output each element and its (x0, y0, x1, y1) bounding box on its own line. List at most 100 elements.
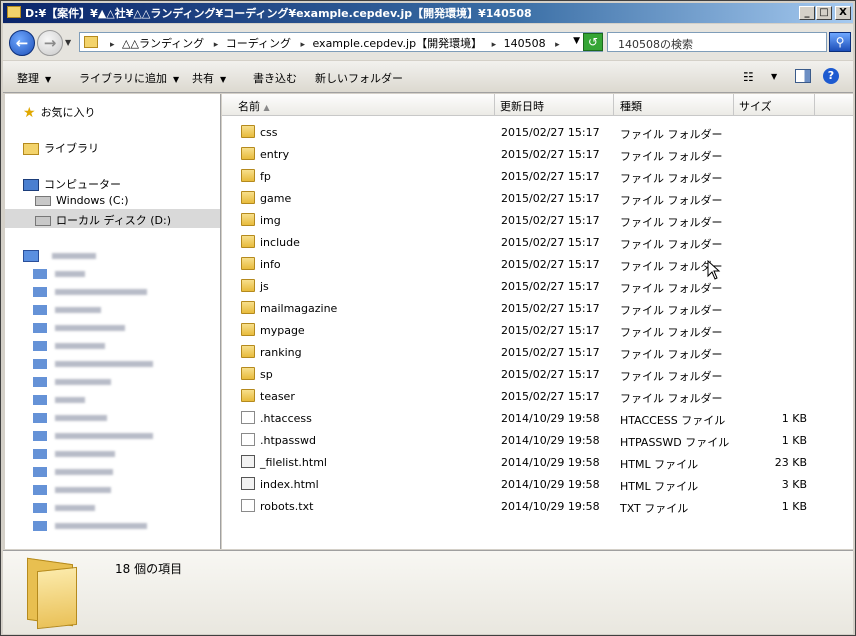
file-row[interactable]: sp 2015/02/27 15:17 ファイル フォルダー (222, 363, 853, 385)
chevron-right-icon[interactable]: ▸ (555, 40, 560, 50)
column-divider[interactable] (733, 94, 734, 116)
search-input[interactable]: 140508の検索 (607, 32, 827, 52)
share-button[interactable]: 共有 ▼ (192, 70, 226, 86)
file-name: fp (260, 170, 271, 183)
blurred-label (55, 271, 85, 277)
file-row[interactable]: entry 2015/02/27 15:17 ファイル フォルダー (222, 143, 853, 165)
file-row[interactable]: teaser 2015/02/27 15:17 ファイル フォルダー (222, 385, 853, 407)
nav-network[interactable] (23, 249, 173, 262)
file-row[interactable]: img 2015/02/27 15:17 ファイル フォルダー (222, 209, 853, 231)
file-row[interactable]: ranking 2015/02/27 15:17 ファイル フォルダー (222, 341, 853, 363)
help-icon[interactable]: ? (823, 68, 839, 84)
nav-computer[interactable]: コンピューター (23, 176, 121, 192)
file-type: HTACCESS ファイル (620, 414, 726, 427)
file-row[interactable]: .htpasswd 2014/10/29 19:58 HTPASSWD ファイル 1 … (222, 429, 853, 451)
sort-up-icon: ▲ (263, 103, 270, 112)
breadcrumb-item[interactable]: コーディング (226, 37, 291, 50)
maximize-button[interactable]: □ (816, 6, 832, 20)
forward-button[interactable]: → (37, 30, 63, 56)
nav-network-item[interactable] (33, 303, 183, 315)
file-date: 2015/02/27 15:17 (501, 192, 600, 205)
file-row[interactable]: mailmagazine 2015/02/27 15:17 ファイル フォルダー (222, 297, 853, 319)
nav-network-item[interactable] (33, 375, 183, 387)
add-to-library-button[interactable]: ライブラリに追加 ▼ (79, 70, 179, 86)
column-divider[interactable] (494, 94, 495, 116)
nav-drive-c[interactable]: Windows (C:) (35, 194, 129, 207)
file-row[interactable]: robots.txt 2014/10/29 19:58 TXT ファイル 1 KB (222, 495, 853, 517)
column-divider[interactable] (814, 94, 815, 116)
burn-button[interactable]: 書き込む (253, 70, 297, 86)
chevron-right-icon[interactable]: ▸ (492, 40, 497, 50)
new-folder-button[interactable]: 新しいフォルダー (315, 70, 403, 86)
nav-favorites-label: お気に入り (40, 106, 96, 119)
file-type: ファイル フォルダー (620, 238, 723, 251)
chevron-right-icon[interactable]: ▸ (214, 40, 219, 50)
nav-libraries[interactable]: ライブラリ (23, 140, 99, 156)
file-name: teaser (260, 390, 295, 403)
file-row[interactable]: index.html 2014/10/29 19:58 HTML ファイル 3 KB (222, 473, 853, 495)
column-type[interactable]: 種類 (620, 98, 642, 114)
chevron-right-icon[interactable]: ▸ (110, 40, 115, 50)
computer-icon (33, 503, 47, 513)
breadcrumb: ▸ △△ランディング ▸ コーディング ▸ example.cepdev.jp【… (106, 35, 564, 51)
history-dropdown-icon[interactable]: ▼ (65, 38, 71, 47)
view-options-icon[interactable]: ☷ (743, 70, 754, 84)
nav-network-item[interactable] (33, 393, 183, 405)
file-row[interactable]: mypage 2015/02/27 15:17 ファイル フォルダー (222, 319, 853, 341)
file-row[interactable]: game 2015/02/27 15:17 ファイル フォルダー (222, 187, 853, 209)
column-divider[interactable] (613, 94, 614, 116)
nav-network-item[interactable] (33, 321, 183, 333)
nav-network-item[interactable] (33, 285, 183, 297)
nav-network-item[interactable] (33, 501, 183, 513)
file-row[interactable]: _filelist.html 2014/10/29 19:58 HTML ファイル 2… (222, 451, 853, 473)
organize-button[interactable]: 整理 ▼ (17, 70, 51, 86)
close-button[interactable]: X (835, 6, 851, 20)
file-row[interactable]: fp 2015/02/27 15:17 ファイル フォルダー (222, 165, 853, 187)
library-icon (23, 143, 39, 155)
nav-network-item[interactable] (33, 357, 183, 369)
address-bar[interactable]: ▸ △△ランディング ▸ コーディング ▸ example.cepdev.jp【… (79, 32, 603, 52)
minimize-button[interactable]: _ (799, 6, 815, 20)
breadcrumb-item[interactable]: △△ランディング (122, 37, 204, 50)
details-pane: 18 個の項目 (3, 550, 853, 634)
file-row[interactable]: css 2015/02/27 15:17 ファイル フォルダー (222, 121, 853, 143)
breadcrumb-item[interactable]: 140508 (504, 37, 546, 50)
folder-icon (241, 279, 255, 292)
breadcrumb-item[interactable]: example.cepdev.jp【開発環境】 (312, 37, 482, 50)
file-type: ファイル フォルダー (620, 392, 723, 405)
search-icon[interactable]: ⚲ (829, 32, 851, 52)
nav-network-item[interactable] (33, 411, 183, 423)
file-type: TXT ファイル (620, 502, 689, 515)
preview-pane-icon[interactable] (795, 69, 811, 83)
nav-network-item[interactable] (33, 339, 183, 351)
nav-network-item[interactable] (33, 447, 183, 459)
text-file-icon (241, 499, 255, 512)
chevron-down-icon: ▼ (45, 75, 52, 84)
file-row[interactable]: js 2015/02/27 15:17 ファイル フォルダー (222, 275, 853, 297)
address-dropdown-icon[interactable]: ▼ (573, 36, 580, 46)
file-row[interactable]: info 2015/02/27 15:17 ファイル フォルダー (222, 253, 853, 275)
file-row[interactable]: .htaccess 2014/10/29 19:58 HTACCESS ファイル 1 … (222, 407, 853, 429)
nav-drive-d[interactable]: ローカル ディスク (D:) (35, 212, 171, 228)
column-size[interactable]: サイズ (739, 98, 772, 114)
nav-network-item[interactable] (33, 483, 183, 495)
column-name[interactable]: 名前 ▲ (238, 98, 270, 114)
refresh-button[interactable]: ↺ (583, 33, 603, 51)
file-type: ファイル フォルダー (620, 326, 723, 339)
nav-network-item[interactable] (33, 519, 183, 531)
back-button[interactable]: ← (9, 30, 35, 56)
file-date: 2014/10/29 19:58 (501, 478, 600, 491)
file-row[interactable]: include 2015/02/27 15:17 ファイル フォルダー (222, 231, 853, 253)
file-name: img (260, 214, 281, 227)
file-name: index.html (260, 478, 319, 491)
column-date[interactable]: 更新日時 (500, 98, 544, 114)
file-type: ファイル フォルダー (620, 172, 723, 185)
chevron-right-icon[interactable]: ▸ (300, 40, 305, 50)
nav-network-item[interactable] (33, 465, 183, 477)
nav-favorites[interactable]: ★ お気に入り (23, 104, 96, 121)
chevron-down-icon[interactable]: ▼ (771, 72, 777, 81)
nav-network-item[interactable] (33, 267, 183, 279)
nav-network-item[interactable] (33, 429, 183, 441)
file-size: 3 KB (781, 478, 807, 491)
title-bar[interactable]: D:¥【案件】¥▲△社¥△△ランディング¥コーディング¥example.cepd… (3, 3, 853, 23)
